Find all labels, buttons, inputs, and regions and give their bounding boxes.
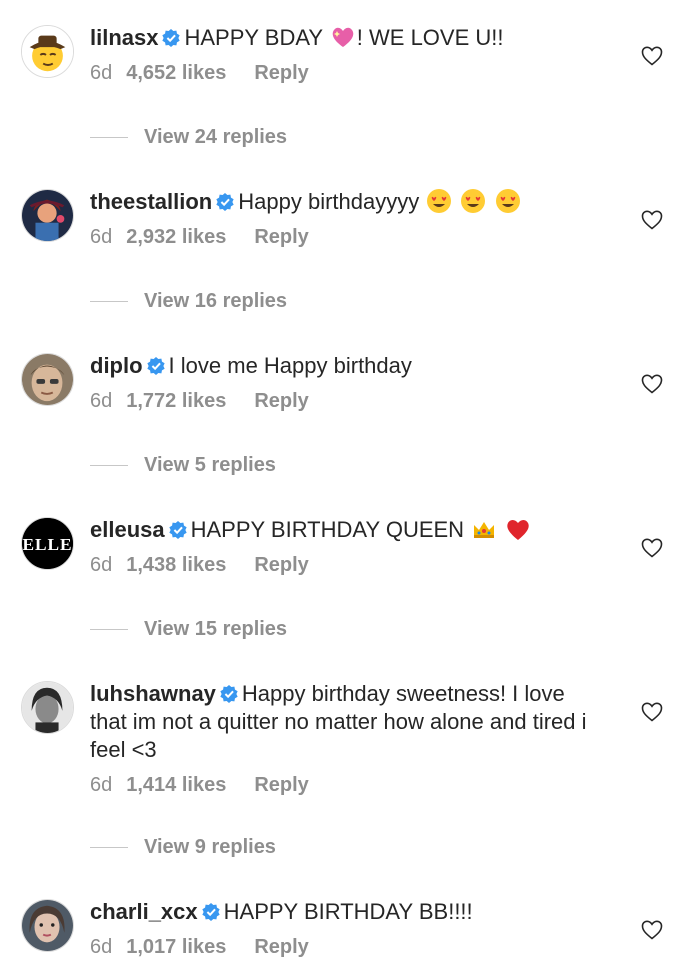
divider bbox=[90, 137, 128, 138]
crown-icon bbox=[474, 522, 495, 538]
comment-text: theestallion Happy birthdayyyy bbox=[90, 188, 600, 216]
verified-badge-icon bbox=[202, 903, 220, 921]
heart-eyes-icon bbox=[461, 189, 486, 213]
avatar[interactable] bbox=[21, 353, 74, 406]
heart-eyes-icon bbox=[495, 189, 520, 213]
avatar[interactable] bbox=[21, 899, 74, 952]
divider bbox=[90, 847, 128, 848]
comment-text: diplo I love me Happy birthday bbox=[90, 352, 600, 380]
comment-text: lilnasx HAPPY BDAY ! WE LOVE U!! bbox=[90, 24, 600, 52]
like-heart-icon[interactable] bbox=[641, 46, 663, 66]
comment-text: charli_xcx HAPPY BIRTHDAY BB!!!! bbox=[90, 898, 600, 926]
timestamp: 6d bbox=[90, 62, 113, 84]
verified-badge-icon bbox=[146, 357, 165, 375]
view-replies-label: View 5 replies bbox=[144, 454, 276, 476]
like-heart-icon[interactable] bbox=[641, 702, 663, 722]
comment-meta: 6d 1,017 likes Reply bbox=[90, 936, 600, 959]
elle-logo: ELLE bbox=[22, 535, 72, 554]
comment-body: HAPPY BIRTHDAY BB!!!! bbox=[223, 899, 473, 924]
view-replies-button[interactable]: View 9 replies bbox=[90, 836, 276, 859]
comment-meta: 6d 4,652 likes Reply bbox=[90, 62, 600, 85]
like-heart-icon[interactable] bbox=[641, 374, 663, 394]
view-replies-label: View 16 replies bbox=[144, 290, 288, 312]
username-link[interactable]: diplo bbox=[90, 353, 143, 378]
comment-body-tail: ! WE LOVE U!! bbox=[356, 25, 504, 50]
likes-count[interactable]: 4,652 likes bbox=[126, 62, 226, 85]
timestamp: 6d bbox=[90, 554, 113, 576]
username-link[interactable]: elleusa bbox=[90, 517, 165, 542]
reply-button[interactable]: Reply bbox=[254, 390, 308, 413]
like-heart-icon[interactable] bbox=[641, 920, 663, 940]
comment-body: Happy birthdayyyy bbox=[238, 189, 420, 214]
view-replies-button[interactable]: View 16 replies bbox=[90, 290, 287, 313]
reply-button[interactable]: Reply bbox=[254, 936, 308, 959]
view-replies-label: View 9 replies bbox=[144, 836, 276, 858]
comment-meta: 6d 1,772 likes Reply bbox=[90, 390, 600, 413]
username-link[interactable]: luhshawnay bbox=[90, 681, 216, 706]
likes-count[interactable]: 1,772 likes bbox=[126, 390, 226, 413]
comment-meta: 6d 2,932 likes Reply bbox=[90, 226, 600, 249]
like-heart-icon[interactable] bbox=[641, 538, 663, 558]
avatar[interactable] bbox=[21, 681, 74, 734]
timestamp: 6d bbox=[90, 226, 113, 248]
username-link[interactable]: theestallion bbox=[90, 189, 212, 214]
likes-count[interactable]: 1,414 likes bbox=[126, 774, 226, 797]
view-replies-button[interactable]: View 5 replies bbox=[90, 454, 276, 477]
verified-badge-icon bbox=[216, 193, 234, 211]
view-replies-button[interactable]: View 24 replies bbox=[90, 126, 287, 149]
view-replies-button[interactable]: View 15 replies bbox=[90, 618, 287, 641]
reply-button[interactable]: Reply bbox=[254, 554, 308, 577]
comment-body: HAPPY BDAY bbox=[184, 25, 323, 50]
avatar[interactable] bbox=[21, 189, 74, 242]
divider bbox=[90, 629, 128, 630]
reply-button[interactable]: Reply bbox=[254, 62, 308, 85]
comment-meta: 6d 1,438 likes Reply bbox=[90, 554, 600, 577]
heart-eyes-icon bbox=[427, 189, 452, 213]
comment-text: luhshawnay Happy birthday sweetness! I lo… bbox=[90, 680, 600, 764]
like-heart-icon[interactable] bbox=[641, 210, 663, 230]
likes-count[interactable]: 1,017 likes bbox=[126, 936, 226, 959]
avatar[interactable]: ELLE bbox=[21, 517, 74, 570]
red-heart-icon bbox=[507, 520, 530, 540]
verified-badge-icon bbox=[168, 521, 187, 539]
verified-badge-icon bbox=[220, 685, 238, 703]
verified-badge-icon bbox=[162, 29, 181, 47]
reply-button[interactable]: Reply bbox=[254, 774, 308, 797]
view-replies-label: View 24 replies bbox=[144, 126, 288, 148]
divider bbox=[90, 465, 128, 466]
comment-body: I love me Happy birthday bbox=[168, 353, 412, 378]
avatar[interactable] bbox=[21, 25, 74, 78]
reply-button[interactable]: Reply bbox=[254, 226, 308, 249]
comment-body: HAPPY BIRTHDAY QUEEN bbox=[190, 517, 465, 542]
sparkling-heart-icon bbox=[332, 27, 354, 47]
divider bbox=[90, 301, 128, 302]
likes-count[interactable]: 2,932 likes bbox=[126, 226, 226, 249]
likes-count[interactable]: 1,438 likes bbox=[126, 554, 226, 577]
username-link[interactable]: lilnasx bbox=[90, 25, 158, 50]
timestamp: 6d bbox=[90, 936, 113, 958]
timestamp: 6d bbox=[90, 390, 113, 412]
comment-meta: 6d 1,414 likes Reply bbox=[90, 774, 600, 797]
comments-feed: lilnasx HAPPY BDAY ! WE LOVE U!! 6d 4,652… bbox=[0, 0, 700, 971]
username-link[interactable]: charli_xcx bbox=[90, 899, 198, 924]
view-replies-label: View 15 replies bbox=[144, 618, 288, 640]
comment-text: elleusa HAPPY BIRTHDAY QUEEN bbox=[90, 516, 600, 544]
timestamp: 6d bbox=[90, 774, 113, 796]
